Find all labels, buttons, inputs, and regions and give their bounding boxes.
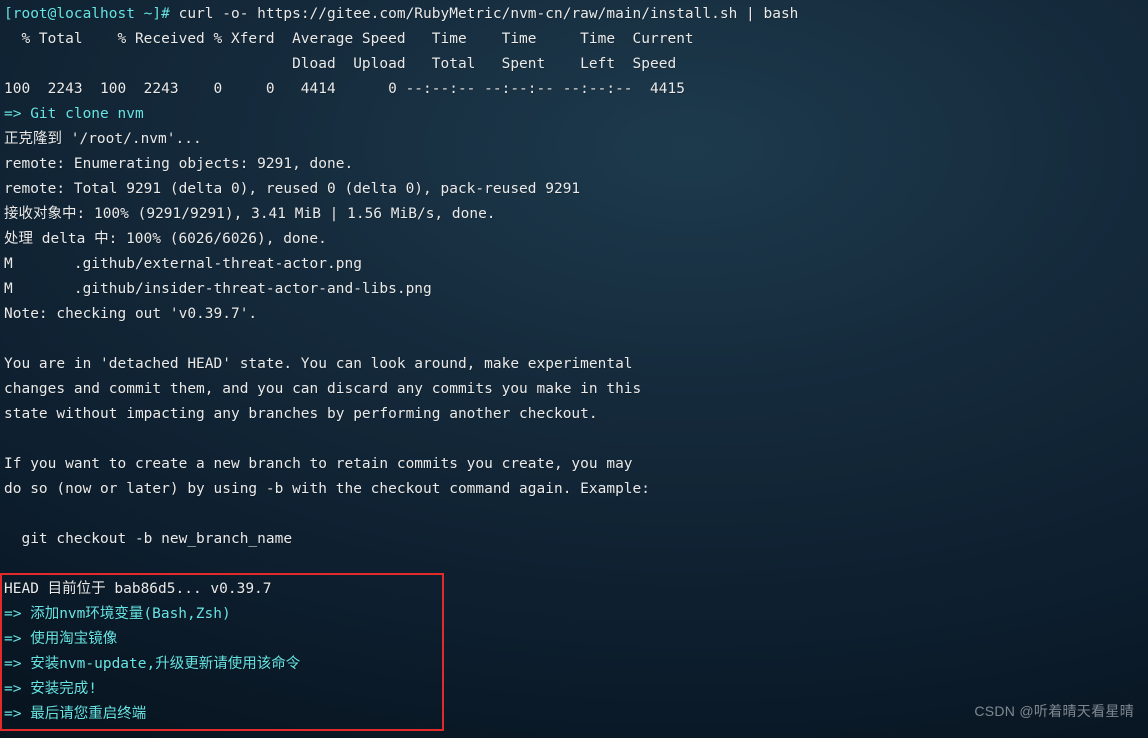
install-step: => 最后请您重启终端 [4, 702, 1144, 727]
blank-line [4, 427, 1144, 452]
shell-prompt: [root@localhost ~]# [4, 6, 170, 22]
install-step: => 安装nvm-update,升级更新请使用该命令 [4, 652, 1144, 677]
git-clone-msg: => Git clone nvm [4, 102, 1144, 127]
curl-stats: 100 2243 100 2243 0 0 4414 0 --:--:-- --… [4, 77, 1144, 102]
branch-hint: If you want to create a new branch to re… [4, 452, 1144, 477]
install-step: => 添加nvm环境变量(Bash,Zsh) [4, 602, 1144, 627]
remote-line: remote: Enumerating objects: 9291, done. [4, 152, 1144, 177]
delta-line: 处理 delta 中: 100% (6026/6026), done. [4, 227, 1144, 252]
remote-line: remote: Total 9291 (delta 0), reused 0 (… [4, 177, 1144, 202]
detached-msg: You are in 'detached HEAD' state. You ca… [4, 352, 1144, 377]
watermark-text: CSDN @听着晴天看星晴 [974, 699, 1134, 724]
detached-msg: changes and commit them, and you can dis… [4, 377, 1144, 402]
modified-file: M .github/insider-threat-actor-and-libs.… [4, 277, 1144, 302]
cloning-msg: 正克隆到 '/root/.nvm'... [4, 127, 1144, 152]
modified-file: M .github/external-threat-actor.png [4, 252, 1144, 277]
example-cmd: git checkout -b new_branch_name [4, 527, 1144, 552]
branch-hint: do so (now or later) by using -b with th… [4, 477, 1144, 502]
prompt-line: [root@localhost ~]# curl -o- https://git… [4, 2, 1144, 27]
terminal-output[interactable]: [root@localhost ~]# curl -o- https://git… [0, 0, 1148, 727]
blank-line [4, 502, 1144, 527]
detached-msg: state without impacting any branches by … [4, 402, 1144, 427]
checkout-note: Note: checking out 'v0.39.7'. [4, 302, 1144, 327]
blank-line [4, 327, 1144, 352]
curl-header: % Total % Received % Xferd Average Speed… [4, 27, 1144, 52]
receiving-line: 接收对象中: 100% (9291/9291), 3.41 MiB | 1.56… [4, 202, 1144, 227]
curl-header: Dload Upload Total Spent Left Speed [4, 52, 1144, 77]
install-step: => 使用淘宝镜像 [4, 627, 1144, 652]
command: curl -o- https://gitee.com/RubyMetric/nv… [170, 6, 799, 22]
blank-line [4, 552, 1144, 577]
install-step: => 安装完成! [4, 677, 1144, 702]
head-position: HEAD 目前位于 bab86d5... v0.39.7 [4, 577, 1144, 602]
